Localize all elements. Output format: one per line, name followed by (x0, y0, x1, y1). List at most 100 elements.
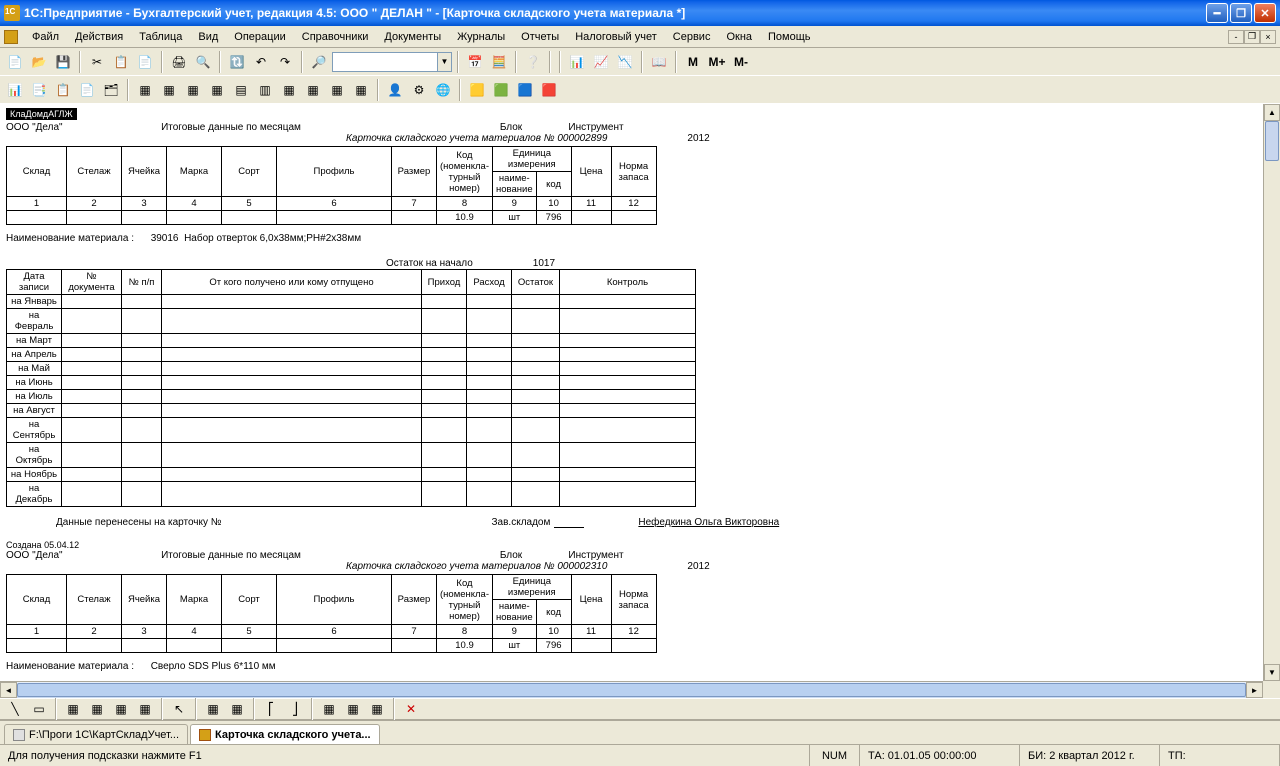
tb2-btn20[interactable]: 🟩 (490, 79, 512, 101)
tb2-globe-icon[interactable]: 🌐 (432, 79, 454, 101)
preview-button[interactable]: 🔍 (192, 51, 214, 73)
tb2-btn4[interactable]: 📄 (76, 79, 98, 101)
help-button[interactable]: ❔ (522, 51, 544, 73)
transfer-label: Данные перенесены на карточку № (56, 517, 222, 528)
tb2-btn5[interactable]: 🗂 (100, 79, 122, 101)
bt-btn13[interactable]: ▦ (342, 698, 364, 720)
menu-operations[interactable]: Операции (226, 29, 293, 45)
find-button[interactable]: 🔎 (308, 51, 330, 73)
redo-button[interactable]: ↷ (274, 51, 296, 73)
tb2-btn16[interactable]: 👤 (384, 79, 406, 101)
bt-btn3[interactable]: ▦ (62, 698, 84, 720)
bt-btn8[interactable]: ▦ (202, 698, 224, 720)
menu-file[interactable]: Файл (24, 29, 67, 45)
toggle-button[interactable]: 🔃 (226, 51, 248, 73)
m-button[interactable]: M (682, 51, 704, 73)
tb2-btn7[interactable]: ▦ (158, 79, 180, 101)
bt-btn5[interactable]: ▦ (110, 698, 132, 720)
mdi-minimize-button[interactable]: - (1228, 30, 1244, 44)
mdi-restore-button[interactable]: ❐ (1244, 30, 1260, 44)
sheet-tab[interactable]: КлаДомдАГЛЖ (6, 108, 77, 120)
calendar-button[interactable]: 📅 (464, 51, 486, 73)
tb2-btn12[interactable]: ▦ (278, 79, 300, 101)
bt-btn6[interactable]: ▦ (134, 698, 156, 720)
hscroll-thumb[interactable] (17, 683, 1246, 697)
undo-button[interactable]: ↶ (250, 51, 272, 73)
tb2-btn14[interactable]: ▦ (326, 79, 348, 101)
bt-btn10[interactable]: ⎡ (260, 698, 282, 720)
open-button[interactable]: 📂 (28, 51, 50, 73)
minimize-button[interactable]: ━ (1206, 3, 1228, 23)
paste-button[interactable]: 📄 (134, 51, 156, 73)
tb2-btn10[interactable]: ▤ (230, 79, 252, 101)
itog-label: Итоговые данные по месяцам (126, 122, 336, 133)
tb2-btn8[interactable]: ▦ (182, 79, 204, 101)
tb2-btn3[interactable]: 📋 (52, 79, 74, 101)
tb2-btn19[interactable]: 🟨 (466, 79, 488, 101)
month-row: на Сентябрь (7, 418, 696, 443)
bt-btn2[interactable]: ▭ (28, 698, 50, 720)
scroll-left-button[interactable]: ◄ (0, 682, 17, 698)
m-plus-button[interactable]: M+ (706, 51, 728, 73)
tb2-btn17[interactable]: ⚙ (408, 79, 430, 101)
pointer-icon[interactable]: ↖ (168, 698, 190, 720)
bt-btn1[interactable]: ╲ (4, 698, 26, 720)
new-button[interactable]: 📄 (4, 51, 26, 73)
menu-view[interactable]: Вид (190, 29, 226, 45)
tb2-btn9[interactable]: ▦ (206, 79, 228, 101)
search-combo[interactable]: ▼ (332, 52, 452, 72)
menu-reports[interactable]: Отчеты (513, 29, 567, 45)
vertical-scrollbar[interactable]: ▲ ▼ (1263, 104, 1280, 681)
scroll-up-button[interactable]: ▲ (1264, 104, 1280, 121)
cut-button[interactable]: ✂ (86, 51, 108, 73)
m-minus-button[interactable]: M- (730, 51, 752, 73)
scroll-right-button[interactable]: ► (1246, 682, 1263, 698)
tab-card[interactable]: Карточка складского учета... (190, 724, 380, 744)
scroll-down-button[interactable]: ▼ (1264, 664, 1280, 681)
save-button[interactable]: 💾 (52, 51, 74, 73)
tb2-btn13[interactable]: ▦ (302, 79, 324, 101)
calc-button[interactable]: 🧮 (488, 51, 510, 73)
bt-btn15[interactable]: ✕ (400, 698, 422, 720)
bt-btn12[interactable]: ▦ (318, 698, 340, 720)
bt-btn4[interactable]: ▦ (86, 698, 108, 720)
created-label: Создана 05.04.12 (6, 540, 1257, 550)
block-label: Блок (476, 122, 546, 133)
month-row: на Январь (7, 295, 696, 309)
menu-references[interactable]: Справочники (294, 29, 377, 45)
tb2-btn15[interactable]: ▦ (350, 79, 372, 101)
print-button[interactable]: 🖨 (168, 51, 190, 73)
tb2-chart-icon[interactable]: 📊 (4, 79, 26, 101)
tb2-btn21[interactable]: 🟦 (514, 79, 536, 101)
menu-service[interactable]: Сервис (665, 29, 719, 45)
vscroll-thumb[interactable] (1265, 121, 1279, 161)
bt-btn11[interactable]: ⎦ (284, 698, 306, 720)
menu-journals[interactable]: Журналы (449, 29, 513, 45)
copy-button[interactable]: 📋 (110, 51, 132, 73)
menu-documents[interactable]: Документы (376, 29, 449, 45)
tb2-btn2[interactable]: 📑 (28, 79, 50, 101)
menu-tax[interactable]: Налоговый учет (567, 29, 665, 45)
tb2-btn6[interactable]: ▦ (134, 79, 156, 101)
mdi-close-button[interactable]: × (1260, 30, 1276, 44)
maximize-button[interactable]: ❐ (1230, 3, 1252, 23)
tb-btn-b[interactable]: 📈 (590, 51, 612, 73)
status-num: NUM (810, 745, 860, 766)
bt-btn9[interactable]: ▦ (226, 698, 248, 720)
tab-file[interactable]: F:\Проги 1С\КартСкладУчет... (4, 724, 188, 744)
tb2-btn22[interactable]: 🟥 (538, 79, 560, 101)
menu-actions[interactable]: Действия (67, 29, 131, 45)
menu-table[interactable]: Таблица (131, 29, 190, 45)
close-button[interactable]: ✕ (1254, 3, 1276, 23)
document-content[interactable]: КлаДомдАГЛЖ ООО "Дела" Итоговые данные п… (0, 104, 1263, 681)
horizontal-scrollbar[interactable]: ◄ ► (0, 681, 1263, 698)
window-titlebar: 1С:Предприятие - Бухгалтерский учет, ред… (0, 0, 1280, 26)
tb-btn-a[interactable]: 📊 (566, 51, 588, 73)
bt-btn14[interactable]: ▦ (366, 698, 388, 720)
tb2-btn11[interactable]: ▥ (254, 79, 276, 101)
tb-btn-c[interactable]: 📉 (614, 51, 636, 73)
tb-btn-book[interactable]: 📖 (648, 51, 670, 73)
menu-windows[interactable]: Окна (718, 29, 760, 45)
search-input[interactable] (333, 53, 437, 71)
menu-help[interactable]: Помощь (760, 29, 819, 45)
